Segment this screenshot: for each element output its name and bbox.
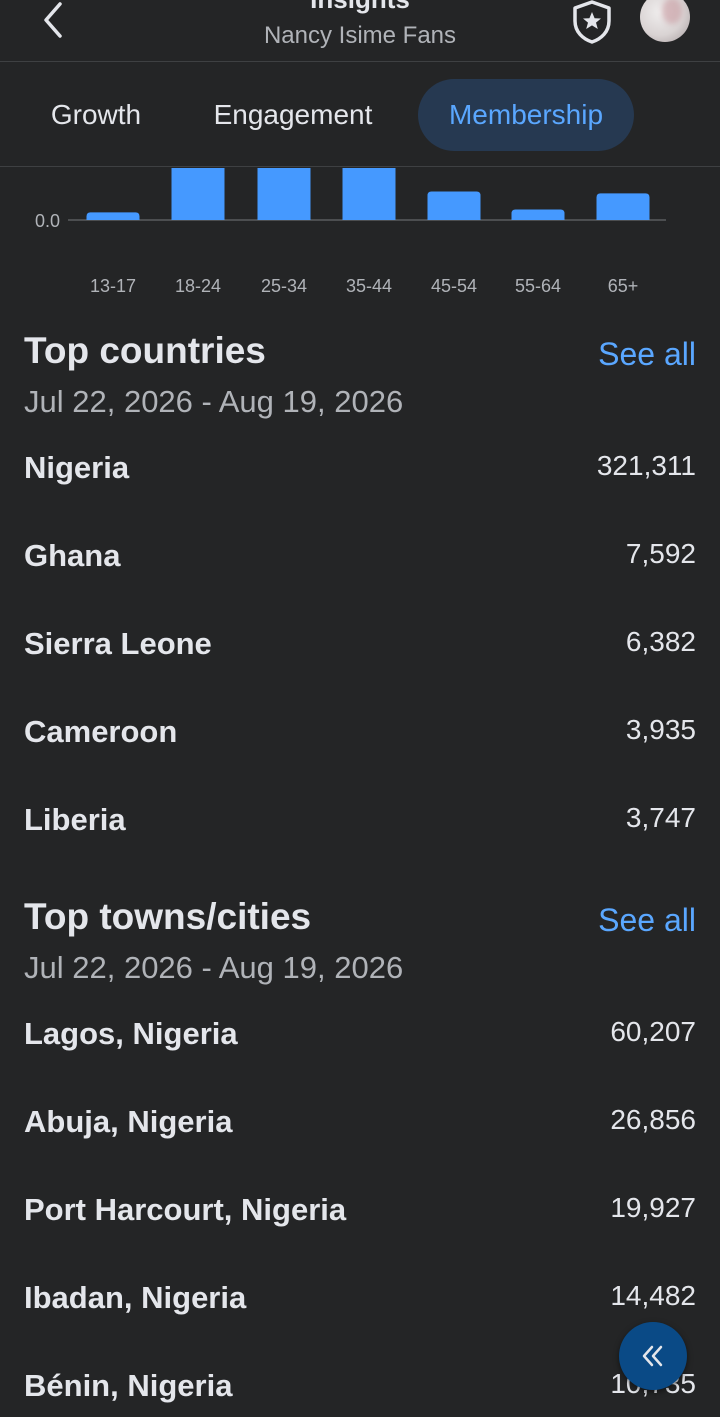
country-count: 3,935 — [625, 714, 696, 745]
x-tick-label: 35-44 — [346, 276, 392, 296]
admin-tools-button[interactable] — [568, 0, 616, 44]
country-name: Cameroon — [24, 714, 178, 749]
top-countries-title: Top countries — [24, 330, 266, 371]
top-cities-title: Top towns/cities — [24, 896, 312, 937]
country-count: 3,747 — [625, 802, 696, 833]
country-row: Sierra Leone 6,382 — [0, 626, 720, 714]
age-bar-35-44 — [342, 168, 396, 220]
city-name: Ibadan, Nigeria — [24, 1280, 247, 1315]
x-tick-label: 65+ — [608, 276, 639, 296]
age-bar-25-34 — [257, 168, 311, 220]
city-name: Abuja, Nigeria — [24, 1104, 233, 1139]
country-count: 6,382 — [625, 626, 696, 657]
age-bar-65+ — [596, 193, 650, 220]
city-name: Port Harcourt, Nigeria — [24, 1192, 347, 1227]
city-row: Port Harcourt, Nigeria 19,927 — [0, 1192, 720, 1280]
tab-growth[interactable]: Growth — [28, 79, 164, 151]
city-row: Bénin, Nigeria 10,735 — [0, 1368, 720, 1417]
tab-bar: Growth Engagement Membership — [0, 63, 720, 167]
shield-star-icon — [573, 0, 611, 44]
country-row: Ghana 7,592 — [0, 538, 720, 626]
city-count: 14,482 — [610, 1280, 696, 1311]
tab-engagement[interactable]: Engagement — [190, 79, 396, 151]
chart-x-labels: 13-17 18-24 25-34 35-44 45-54 55-64 65+ — [90, 276, 638, 296]
age-chart: 0.0 13-17 18-24 25-34 35-44 45-54 55-64 65+ — [0, 168, 720, 308]
tab-membership[interactable]: Membership — [418, 79, 634, 151]
age-bar-13-17 — [86, 212, 140, 220]
country-name: Ghana — [24, 538, 121, 573]
city-name: Lagos, Nigeria — [24, 1016, 238, 1051]
x-tick-label: 13-17 — [90, 276, 136, 296]
city-row: Ibadan, Nigeria 14,482 — [0, 1280, 720, 1368]
double-chevron-left-icon — [642, 1345, 663, 1367]
x-tick-label: 45-54 — [431, 276, 477, 296]
x-tick-label: 55-64 — [515, 276, 561, 296]
country-name: Sierra Leone — [24, 626, 212, 661]
top-countries-see-all-link[interactable]: See all — [598, 336, 696, 373]
age-bar-55-64 — [511, 209, 565, 220]
country-count: 7,592 — [625, 538, 696, 569]
country-count: 321,311 — [596, 450, 696, 481]
chart-bars — [86, 168, 650, 220]
x-tick-label: 18-24 — [175, 276, 221, 296]
country-row: Cameroon 3,935 — [0, 714, 720, 802]
collapse-fab-button[interactable] — [619, 1322, 687, 1390]
city-count: 19,927 — [610, 1192, 696, 1223]
age-bar-45-54 — [427, 191, 481, 220]
city-row: Lagos, Nigeria 60,207 — [0, 1016, 720, 1104]
top-cities-see-all-link[interactable]: See all — [598, 902, 696, 939]
country-row: Nigeria 321,311 — [0, 450, 720, 538]
city-count: 26,856 — [610, 1104, 696, 1135]
city-row: Abuja, Nigeria 26,856 — [0, 1104, 720, 1192]
top-countries-date-range: Jul 22, 2026 - Aug 19, 2026 — [24, 384, 404, 419]
age-bar-18-24 — [171, 168, 225, 220]
x-tick-label: 25-34 — [261, 276, 307, 296]
top-cities-date-range: Jul 22, 2026 - Aug 19, 2026 — [24, 950, 404, 985]
city-count: 60,207 — [610, 1016, 696, 1047]
country-row: Liberia 3,747 — [0, 802, 720, 890]
top-bar: Insights Nancy Isime Fans — [0, 0, 720, 62]
y-tick-label: 0.0 — [35, 211, 60, 231]
country-name: Nigeria — [24, 450, 130, 485]
city-name: Bénin, Nigeria — [24, 1368, 233, 1403]
country-name: Liberia — [24, 802, 126, 837]
